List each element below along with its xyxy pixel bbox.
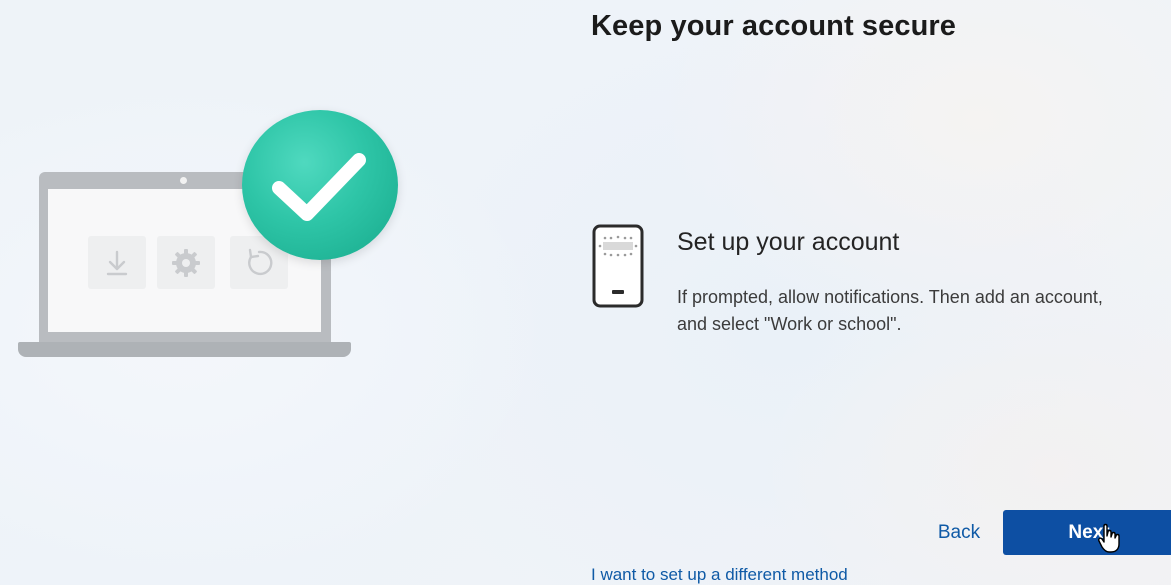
step-description: If prompted, allow notifications. Then a… bbox=[677, 287, 1103, 334]
next-button[interactable]: Next bbox=[1003, 510, 1171, 555]
hand-cursor-icon bbox=[1098, 523, 1120, 553]
laptop-base bbox=[18, 342, 351, 357]
back-button[interactable]: Back bbox=[920, 512, 998, 554]
gear-icon bbox=[157, 236, 215, 289]
download-icon bbox=[88, 236, 146, 289]
step-title: Set up your account bbox=[677, 228, 900, 256]
checkmark-icon bbox=[242, 110, 398, 260]
laptop-illustration bbox=[0, 0, 420, 380]
different-method-link[interactable]: I want to set up a different method bbox=[591, 565, 848, 585]
page-title: Keep your account secure bbox=[591, 10, 957, 42]
camera-dot bbox=[180, 177, 187, 184]
phone-icon bbox=[592, 224, 644, 308]
